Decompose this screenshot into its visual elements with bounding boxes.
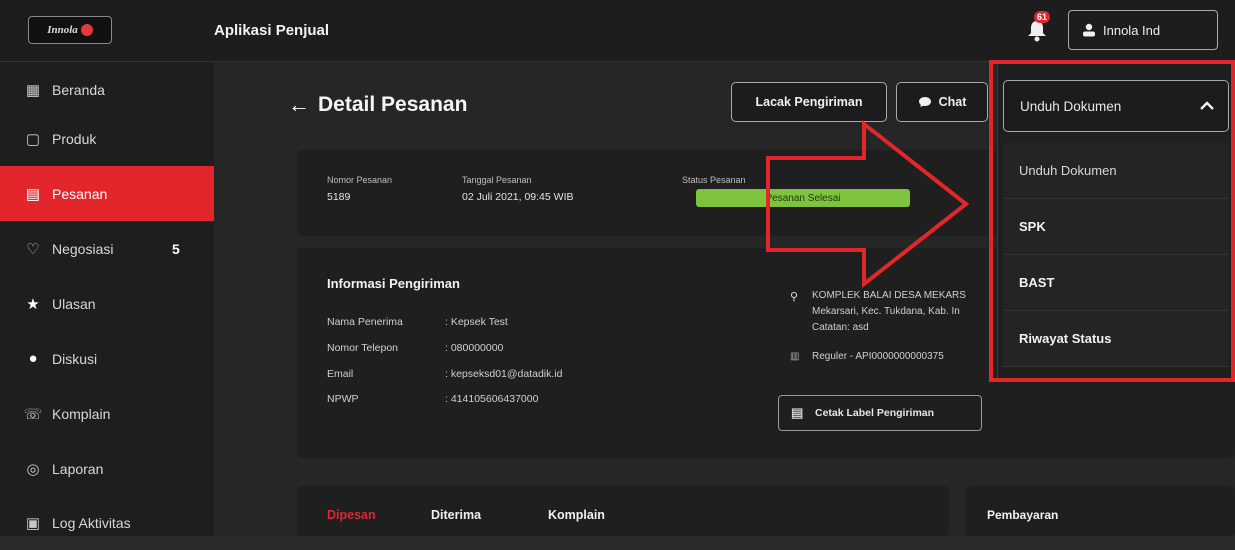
shipping-heading: Informasi Pengiriman — [327, 276, 460, 291]
sidebar-item-laporan[interactable]: ◎ Laporan — [0, 441, 214, 496]
recipient-name-label: Nama Penerima — [327, 316, 403, 328]
user-icon — [1083, 23, 1095, 37]
chat-icon: ● — [28, 350, 38, 367]
shipping-note: Catatan: asd — [812, 322, 869, 333]
print-icon: ▤ — [791, 405, 804, 420]
track-shipment-button[interactable]: Lacak Pengiriman — [731, 82, 887, 122]
sidebar-item-log-aktivitas[interactable]: ▣ Log Aktivitas — [0, 495, 214, 550]
tab-diterima[interactable]: Diterima — [431, 508, 481, 522]
star-icon: ★ — [26, 295, 40, 313]
location-pin-icon: ⚲ — [790, 291, 799, 303]
negosiasi-count-badge: 5 — [172, 240, 180, 257]
order-date: 02 Juli 2021, 09:45 WIB — [462, 191, 574, 203]
page-title: Detail Pesanan — [318, 93, 468, 116]
log-icon: ▣ — [25, 514, 41, 532]
sidebar-item-diskusi[interactable]: ● Diskusi — [0, 331, 214, 386]
sidebar-item-label: Laporan — [52, 460, 104, 477]
npwp-label: NPWP — [327, 393, 359, 405]
tab-dipesan[interactable]: Dipesan — [327, 508, 376, 522]
courier-service: Reguler - API0000000000375 — [812, 351, 944, 362]
address-line-1: KOMPLEK BALAI DESA MEKARS — [812, 290, 966, 301]
user-menu-button[interactable]: Innola Ind — [1068, 10, 1218, 50]
sidebar-item-label: Produk — [52, 130, 97, 147]
email-value: : kepseksd01@datadik.id — [445, 368, 563, 380]
chat-button-label: Chat — [938, 95, 967, 109]
handshake-icon: ♡ — [26, 240, 40, 258]
order-status-label: Status Pesanan — [682, 175, 746, 185]
order-number-label: Nomor Pesanan — [327, 175, 393, 185]
sidebar-item-label: Beranda — [52, 81, 105, 98]
order-items-card — [297, 486, 949, 536]
app-title: Aplikasi Penjual — [214, 22, 330, 39]
annotation-arrow-icon — [766, 120, 970, 289]
phone-label: Nomor Telepon — [327, 342, 399, 354]
sidebar-item-pesanan[interactable]: ▤ Pesanan — [0, 166, 214, 221]
sidebar-item-beranda[interactable]: ▦ Beranda — [0, 62, 214, 117]
recipient-name: : Kepsek Test — [445, 316, 508, 328]
order-icon: ▤ — [25, 185, 41, 203]
logo-text: Innola — [47, 24, 78, 36]
sidebar-item-komplain[interactable]: ☏ Komplain — [0, 386, 214, 441]
sidebar-item-label: Pesanan — [52, 185, 108, 202]
sidebar-item-ulasan[interactable]: ★ Ulasan — [0, 276, 214, 331]
order-number: 5189 — [327, 191, 351, 203]
chat-button[interactable]: Chat — [896, 82, 988, 122]
print-label-text: Cetak Label Pengiriman — [815, 407, 935, 419]
sidebar-item-label: Ulasan — [52, 295, 96, 312]
sidebar-item-label: Log Aktivitas — [52, 514, 131, 531]
brand-logo[interactable]: Innola — [28, 16, 112, 44]
sidebar-item-produk[interactable]: ▢ Produk — [0, 111, 214, 166]
courier-icon: ▥ — [790, 351, 800, 362]
email-label: Email — [327, 368, 354, 380]
notification-badge: 61 — [1034, 11, 1051, 23]
annotation-highlight-box — [989, 60, 1235, 382]
tab-komplain[interactable]: Komplain — [548, 508, 605, 522]
print-label-button[interactable]: ▤ Cetak Label Pengiriman — [778, 395, 982, 431]
back-arrow-icon[interactable]: ← — [288, 92, 310, 118]
sidebar-item-label: Diskusi — [52, 350, 98, 367]
sidebar-item-negosiasi[interactable]: ♡ Negosiasi 5 — [0, 221, 214, 276]
user-name: Innola Ind — [1103, 22, 1161, 38]
product-icon: ▢ — [25, 130, 41, 148]
npwp-value: : 414105606437000 — [445, 393, 539, 405]
report-icon: ◎ — [26, 460, 40, 478]
order-date-label: Tanggal Pesanan — [462, 175, 532, 185]
store-icon: ▦ — [25, 81, 41, 99]
phone-value: : 080000000 — [445, 342, 504, 354]
logo-mark-icon — [80, 24, 93, 36]
sidebar-item-label: Negosiasi — [52, 240, 114, 257]
notification-bell-icon[interactable]: 61 — [1024, 11, 1052, 45]
address-line-2: Mekarsari, Kec. Tukdana, Kab. In — [812, 306, 960, 317]
chat-bubble-icon — [918, 97, 931, 107]
sidebar-item-label: Komplain — [52, 405, 111, 422]
complaint-icon: ☏ — [23, 405, 43, 423]
payment-heading: Pembayaran — [987, 508, 1059, 522]
